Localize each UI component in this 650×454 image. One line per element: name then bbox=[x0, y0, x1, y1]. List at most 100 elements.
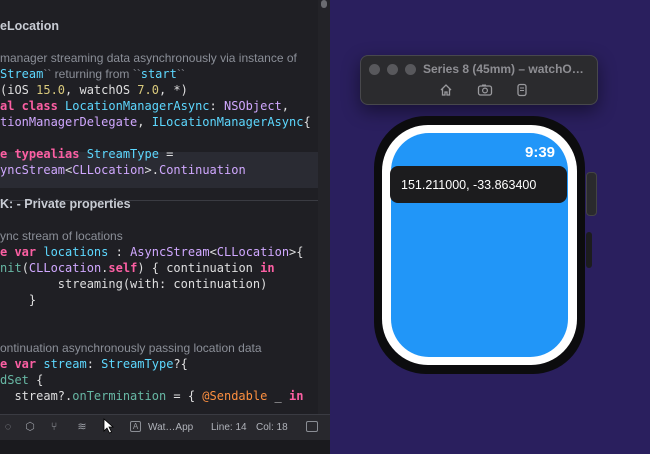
code-token: , bbox=[281, 99, 290, 113]
watch-time: 9:39 bbox=[525, 144, 556, 161]
editor-status-bar: ◌ ⬡ ⑂ ≋ A Wat…App Line: 14 Col: 18 bbox=[0, 414, 330, 440]
code-token: manager streaming data asynchronously vi… bbox=[0, 51, 297, 65]
home-icon[interactable] bbox=[438, 83, 454, 99]
code-token: Continuation bbox=[158, 163, 246, 177]
code-token: : bbox=[108, 245, 131, 259]
code-token: StreamType bbox=[86, 147, 159, 161]
rotate-icon[interactable] bbox=[514, 83, 530, 99]
code-token: locations bbox=[43, 245, 109, 259]
code-line: e var locations : AsyncStream<CLLocation… bbox=[0, 244, 304, 261]
code-token: } bbox=[0, 293, 37, 307]
simulator-window[interactable]: Series 8 (45mm) – watchO… bbox=[360, 55, 598, 105]
code-token: al class bbox=[0, 99, 66, 113]
code-token: NSObject bbox=[223, 99, 282, 113]
code-token: 15.0 bbox=[36, 83, 66, 97]
code-token: StreamType bbox=[101, 357, 174, 371]
code-line: tionManagerDelegate, ILocationManagerAsy… bbox=[0, 114, 311, 131]
code-token: CLLocation bbox=[72, 163, 145, 177]
code-token: e var bbox=[0, 357, 44, 371]
code-token: (iOS bbox=[0, 83, 37, 97]
code-line: ontinuation asynchronously passing locat… bbox=[0, 340, 262, 357]
code-token: { bbox=[28, 373, 44, 387]
code-token: , watchOS bbox=[65, 83, 138, 97]
editor-scrollbar[interactable] bbox=[318, 0, 330, 414]
code-token: @Sendable bbox=[202, 389, 268, 403]
code-token: in bbox=[289, 389, 304, 403]
code-token: `` returning from `` bbox=[43, 67, 141, 81]
code-line: eLocation bbox=[0, 19, 60, 33]
location-coordinates: 151.211000, -33.863400 bbox=[401, 178, 537, 192]
code-line: ync stream of locations bbox=[0, 228, 123, 245]
code-line: dSet { bbox=[0, 372, 43, 389]
mouse-pointer-icon bbox=[103, 418, 115, 434]
code-line: K: - Private properties bbox=[0, 197, 131, 211]
code-editor[interactable]: eLocation manager streaming data asynchro… bbox=[0, 0, 330, 454]
code-token: 7.0 bbox=[137, 83, 159, 97]
code-token: = bbox=[158, 147, 174, 161]
code-line: e typealias StreamType = bbox=[0, 146, 173, 163]
branch-icon[interactable]: ⑂ bbox=[48, 421, 60, 433]
code-token: ( bbox=[21, 261, 29, 275]
code-token: Stream bbox=[0, 67, 44, 81]
code-token: e typealias bbox=[0, 147, 87, 161]
code-token: e var bbox=[0, 245, 44, 259]
code-line: nit(CLLocation.self) { continuation in bbox=[0, 260, 275, 277]
app-target-icon: A bbox=[130, 421, 141, 432]
code-token: tionManagerDelegate bbox=[0, 115, 138, 129]
code-token: = { bbox=[166, 389, 203, 403]
code-token: ontinuation asynchronously passing locat… bbox=[0, 341, 262, 355]
code-token: { bbox=[303, 115, 311, 129]
layers-icon[interactable]: ≋ bbox=[76, 421, 88, 433]
screenshot-icon[interactable] bbox=[477, 83, 493, 99]
code-line: } bbox=[0, 292, 36, 309]
zoom-window-button[interactable] bbox=[405, 64, 416, 75]
code-line: yncStream<CLLocation>.Continuation bbox=[0, 162, 246, 179]
code-token: streaming(with: continuation) bbox=[0, 277, 268, 291]
code-token: >. bbox=[144, 163, 159, 177]
code-token: `` bbox=[176, 67, 185, 81]
location-card[interactable]: 151.211000, -33.863400 bbox=[390, 166, 567, 203]
code-token: start bbox=[140, 67, 177, 81]
code-token: : bbox=[86, 357, 102, 371]
panel-toggle-icon[interactable] bbox=[306, 421, 318, 432]
column-indicator: Col: 18 bbox=[256, 422, 288, 433]
bottom-strip bbox=[0, 440, 330, 454]
code-line: stream?.onTermination = { @Sendable _ in bbox=[0, 388, 303, 405]
code-token: stream?. bbox=[0, 389, 73, 403]
code-line: e var stream: StreamType?{ bbox=[0, 356, 188, 373]
code-token: ync stream of locations bbox=[0, 229, 123, 243]
minimize-window-button[interactable] bbox=[387, 64, 398, 75]
code-line: manager streaming data asynchronously vi… bbox=[0, 50, 297, 67]
simulator-title: Series 8 (45mm) – watchO… bbox=[423, 62, 584, 76]
scroll-thumb[interactable] bbox=[321, 0, 327, 8]
code-token: in bbox=[260, 261, 275, 275]
code-token: ?{ bbox=[173, 357, 188, 371]
code-token: AsyncStream bbox=[130, 245, 210, 259]
code-token: CLLocation bbox=[216, 245, 290, 259]
code-token: ) { continuation bbox=[137, 261, 261, 275]
code-token: , *) bbox=[158, 83, 188, 97]
code-token: _ bbox=[267, 389, 290, 403]
code-token: stream bbox=[43, 357, 87, 371]
code-token: self bbox=[108, 261, 138, 275]
close-window-button[interactable] bbox=[369, 64, 380, 75]
code-token: nit bbox=[0, 261, 22, 275]
code-line: al class LocationManagerAsync: NSObject, bbox=[0, 98, 289, 115]
package-icon[interactable]: ⬡ bbox=[24, 421, 36, 433]
code-token: yncStream bbox=[0, 163, 66, 177]
digital-crown[interactable] bbox=[586, 172, 597, 216]
code-line: streaming(with: continuation) bbox=[0, 276, 268, 293]
code-token: : bbox=[209, 99, 224, 113]
line-indicator: Line: 14 bbox=[211, 422, 247, 433]
code-token: LocationManagerAsync bbox=[65, 99, 210, 113]
warning-icon[interactable]: ◌ bbox=[2, 421, 14, 433]
code-token: CLLocation bbox=[28, 261, 102, 275]
code-line: Stream`` returning from ``start`` bbox=[0, 66, 185, 83]
code-token: , bbox=[137, 115, 152, 129]
code-token: >{ bbox=[289, 245, 304, 259]
code-token: onTermination bbox=[72, 389, 167, 403]
side-button[interactable] bbox=[586, 232, 592, 268]
target-label[interactable]: Wat…App bbox=[148, 422, 193, 433]
code-token: ILocationManagerAsync bbox=[151, 115, 304, 129]
code-token: dSet bbox=[0, 373, 29, 387]
